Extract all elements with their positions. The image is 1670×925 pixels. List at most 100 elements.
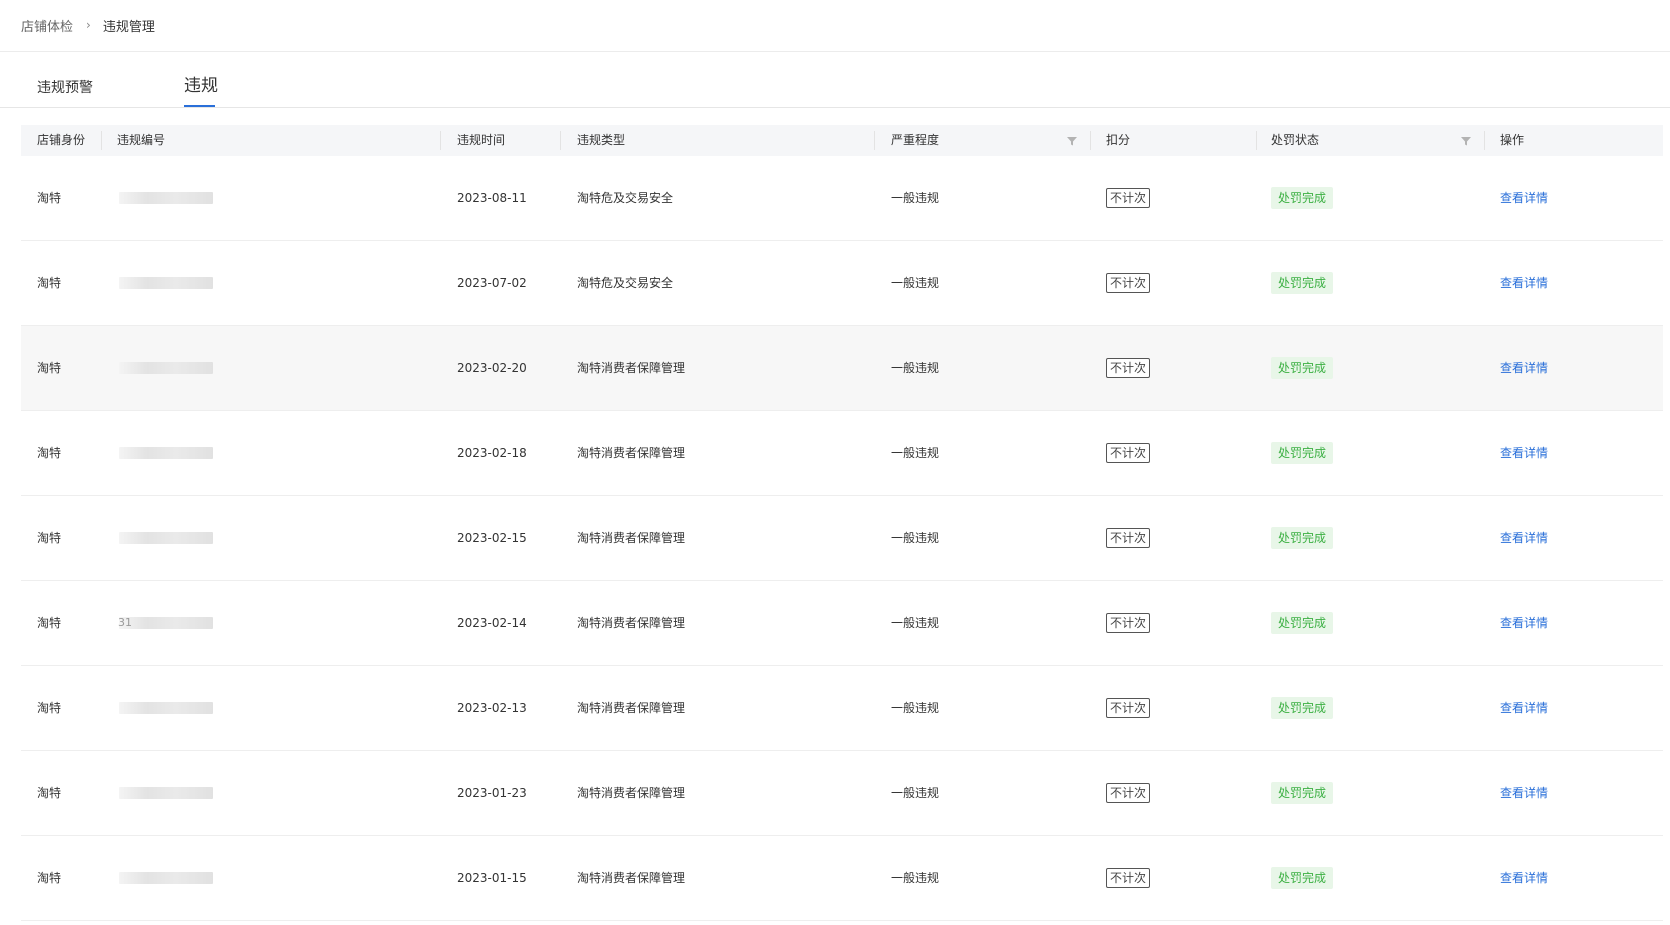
score-badge: 不计次: [1106, 698, 1151, 718]
violation-time-cell: 2023-02-14: [457, 616, 527, 630]
violation-number-cell: 31: [118, 616, 132, 629]
severity-cell: 一般违规: [891, 616, 940, 630]
violation-type-cell: 淘特消费者保障管理: [577, 446, 686, 460]
score-badge: 不计次: [1106, 273, 1151, 293]
violation-time-cell: 2023-07-02: [457, 276, 527, 290]
masked-violation-number: [119, 362, 213, 374]
violation-type-cell: 淘特消费者保障管理: [577, 871, 686, 885]
status-badge: 处罚完成: [1271, 442, 1334, 464]
tab-violation-warning[interactable]: 违规预警: [37, 76, 93, 100]
header-separator: [1256, 131, 1257, 150]
severity-cell: 一般违规: [891, 446, 940, 460]
masked-violation-number: [119, 447, 213, 459]
table-row: 淘特 2023-02-20 淘特消费者保障管理 一般违规 不计次 处罚完成 查看…: [21, 326, 1663, 411]
header-separator: [874, 131, 875, 150]
view-details-link[interactable]: 查看详情: [1500, 359, 1548, 377]
header-violation-time: 违规时间: [457, 133, 506, 147]
header-violation-type: 违规类型: [577, 133, 626, 147]
status-badge: 处罚完成: [1271, 187, 1334, 209]
table-row: 淘特 2023-08-11 淘特危及交易安全 一般违规 不计次 处罚完成 查看详…: [21, 156, 1663, 241]
score-badge: 不计次: [1106, 443, 1151, 463]
violation-type-cell: 淘特危及交易安全: [577, 191, 674, 205]
violation-time-cell: 2023-02-13: [457, 701, 527, 715]
tab-divider: [0, 107, 1670, 108]
store-identity-cell: 淘特: [37, 276, 62, 290]
view-details-link[interactable]: 查看详情: [1500, 784, 1548, 802]
funnel-icon[interactable]: [1066, 135, 1078, 147]
table-row: 淘特 2023-01-23 淘特消费者保障管理 一般违规 不计次 处罚完成 查看…: [21, 751, 1663, 836]
violation-time-cell: 2023-01-15: [457, 871, 527, 885]
status-badge: 处罚完成: [1271, 782, 1334, 804]
violation-time-cell: 2023-02-15: [457, 531, 527, 545]
store-identity-cell: 淘特: [37, 616, 62, 630]
breadcrumb-parent-link[interactable]: 店铺体检: [21, 16, 73, 35]
header-severity: 严重程度: [891, 133, 940, 147]
violation-type-cell: 淘特消费者保障管理: [577, 361, 686, 375]
store-identity-cell: 淘特: [37, 191, 62, 205]
view-details-link[interactable]: 查看详情: [1500, 444, 1548, 462]
violation-time-cell: 2023-02-20: [457, 361, 527, 375]
severity-cell: 一般违规: [891, 786, 940, 800]
store-identity-cell: 淘特: [37, 786, 62, 800]
violation-time-cell: 2023-08-11: [457, 191, 527, 205]
store-identity-cell: 淘特: [37, 531, 62, 545]
store-identity-cell: 淘特: [37, 701, 62, 715]
header-score: 扣分: [1106, 133, 1131, 147]
header-separator: [1090, 131, 1091, 150]
status-badge: 处罚完成: [1271, 697, 1334, 719]
severity-cell: 一般违规: [891, 191, 940, 205]
table-row: 淘特 2023-02-18 淘特消费者保障管理 一般违规 不计次 处罚完成 查看…: [21, 411, 1663, 496]
violation-type-cell: 淘特消费者保障管理: [577, 701, 686, 715]
chevron-right-icon: ›: [86, 18, 91, 32]
store-identity-cell: 淘特: [37, 361, 62, 375]
violation-time-cell: 2023-02-18: [457, 446, 527, 460]
table-row: 淘特 2023-02-13 淘特消费者保障管理 一般违规 不计次 处罚完成 查看…: [21, 666, 1663, 751]
view-details-link[interactable]: 查看详情: [1500, 529, 1548, 547]
view-details-link[interactable]: 查看详情: [1500, 869, 1548, 887]
header-separator: [1484, 131, 1485, 150]
table-row: 淘特 2023-02-15 淘特消费者保障管理 一般违规 不计次 处罚完成 查看…: [21, 496, 1663, 581]
status-badge: 处罚完成: [1271, 357, 1334, 379]
violation-type-cell: 淘特消费者保障管理: [577, 786, 686, 800]
status-badge: 处罚完成: [1271, 272, 1334, 294]
view-details-link[interactable]: 查看详情: [1500, 614, 1548, 632]
breadcrumb: 店铺体检 › 违规管理: [21, 16, 155, 35]
score-badge: 不计次: [1106, 358, 1151, 378]
table-header: 店铺身份 违规编号 违规时间 违规类型 严重程度 扣分 处罚状态 操作: [21, 125, 1663, 156]
masked-violation-number: [119, 702, 213, 714]
funnel-icon[interactable]: [1460, 135, 1472, 147]
score-badge: 不计次: [1106, 188, 1151, 208]
header-separator: [440, 131, 441, 150]
severity-cell: 一般违规: [891, 871, 940, 885]
masked-violation-number: [119, 192, 213, 204]
masked-violation-number: [119, 532, 213, 544]
masked-violation-number: [119, 277, 213, 289]
view-details-link[interactable]: 查看详情: [1500, 189, 1548, 207]
masked-violation-number: [119, 872, 213, 884]
score-badge: 不计次: [1106, 528, 1151, 548]
header-separator: [560, 131, 561, 150]
violation-type-cell: 淘特危及交易安全: [577, 276, 674, 290]
severity-cell: 一般违规: [891, 361, 940, 375]
header-store-identity: 店铺身份: [37, 133, 86, 147]
tab-violation[interactable]: 违规: [184, 74, 218, 98]
view-details-link[interactable]: 查看详情: [1500, 699, 1548, 717]
severity-cell: 一般违规: [891, 701, 940, 715]
breadcrumb-current: 违规管理: [102, 19, 155, 35]
violation-table: 店铺身份 违规编号 违规时间 违规类型 严重程度 扣分 处罚状态 操作 淘特 2…: [21, 125, 1663, 921]
store-identity-cell: 淘特: [37, 871, 62, 885]
severity-cell: 一般违规: [891, 531, 940, 545]
header-penalty-status: 处罚状态: [1271, 133, 1320, 147]
masked-violation-number: [119, 787, 213, 799]
status-badge: 处罚完成: [1271, 867, 1334, 889]
violation-time-cell: 2023-01-23: [457, 786, 527, 800]
tab-bar: 违规预警 违规: [0, 52, 1670, 108]
violation-type-cell: 淘特消费者保障管理: [577, 531, 686, 545]
score-badge: 不计次: [1106, 613, 1151, 633]
score-badge: 不计次: [1106, 868, 1151, 888]
masked-violation-number: [119, 617, 213, 629]
view-details-link[interactable]: 查看详情: [1500, 274, 1548, 292]
header-violation-number: 违规编号: [117, 133, 166, 147]
table-row: 淘特 31 2023-02-14 淘特消费者保障管理 一般违规 不计次 处罚完成…: [21, 581, 1663, 666]
severity-cell: 一般违规: [891, 276, 940, 290]
